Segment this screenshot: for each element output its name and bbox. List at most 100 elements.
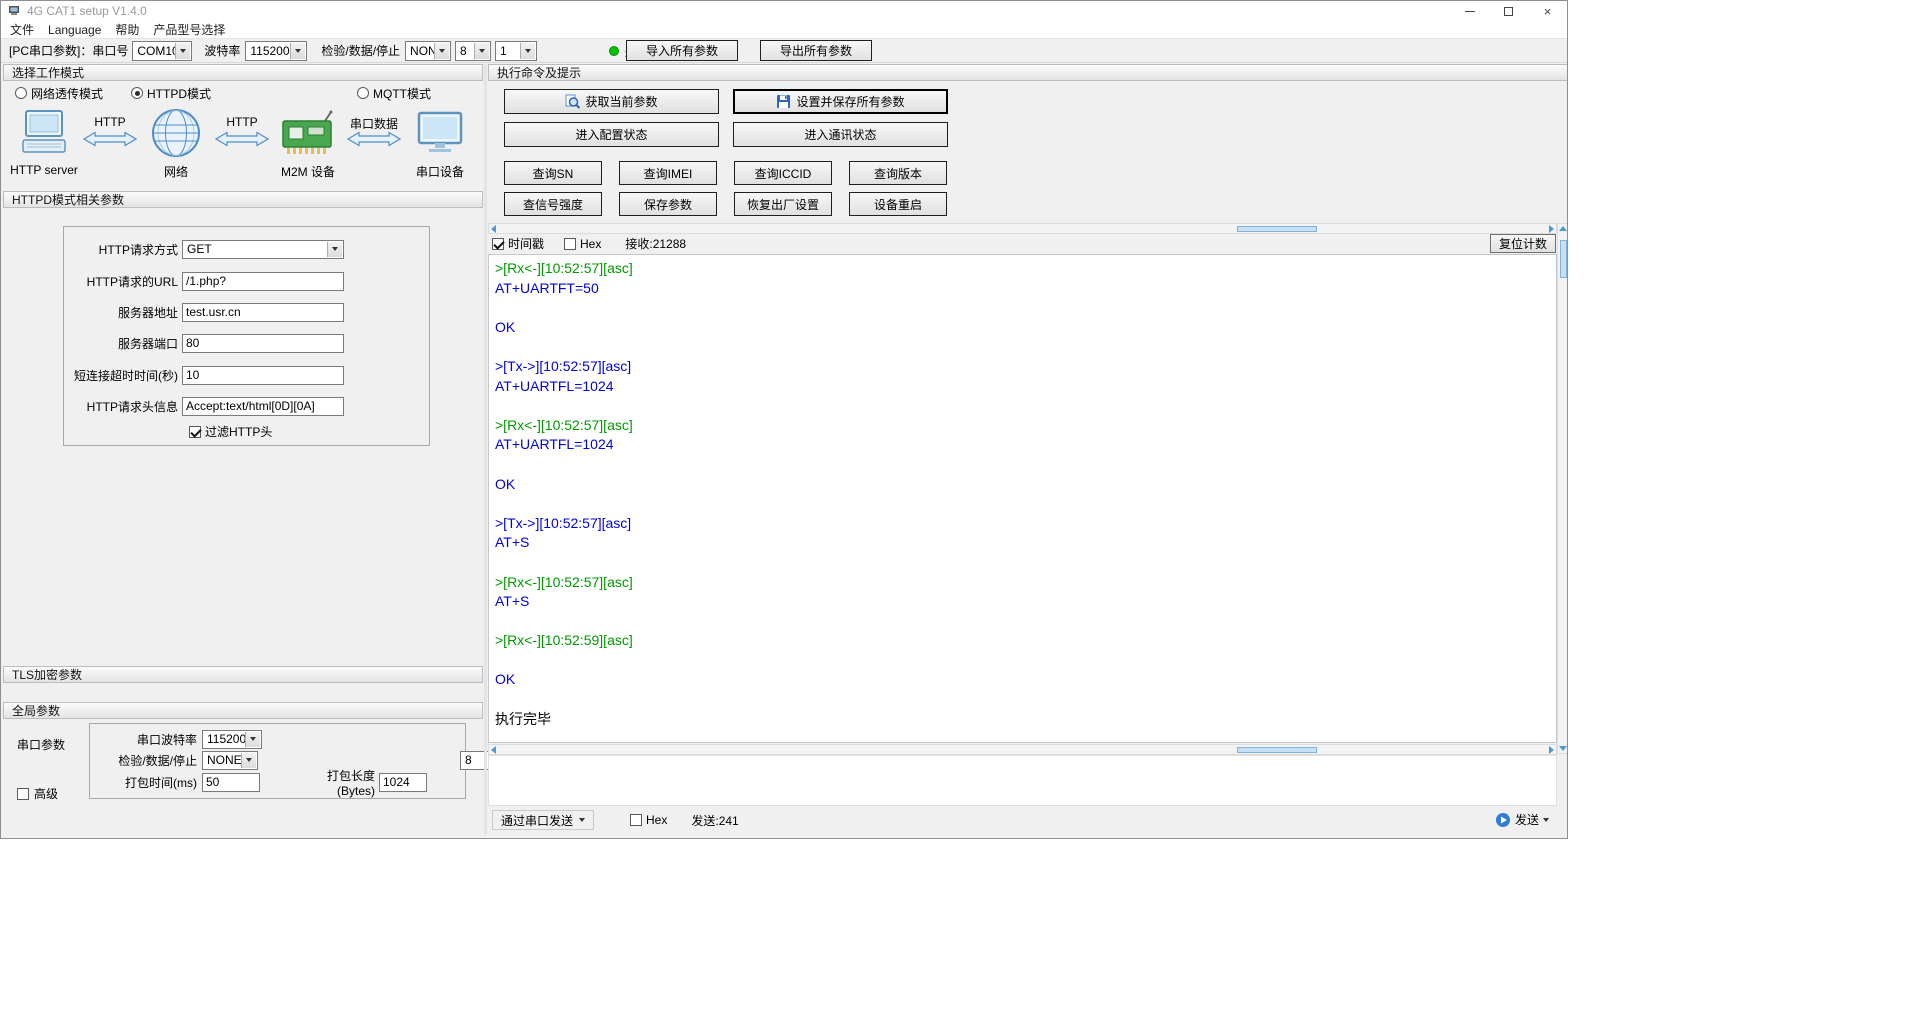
enter-config-button[interactable]: 进入配置状态 (504, 122, 719, 147)
scroll-left-icon[interactable] (491, 745, 496, 754)
radio-icon[interactable] (131, 87, 144, 99)
panel-splitter[interactable] (484, 64, 487, 834)
send-button[interactable]: 发送 (1495, 811, 1549, 828)
sent-count: 发送:241 (691, 813, 739, 828)
mode-radio-option[interactable]: 网络透传模式 (15, 85, 103, 102)
button-label: 设置并保存所有参数 (796, 95, 905, 109)
query-button[interactable]: 查询ICCID (734, 161, 832, 185)
send-via-select[interactable]: 通过串口发送 (492, 810, 595, 830)
pack-length-input[interactable] (379, 772, 427, 792)
chevron-down-icon (1543, 817, 1549, 822)
server-port-input[interactable] (182, 333, 344, 353)
advanced-checkbox[interactable] (17, 787, 29, 800)
http-header-input[interactable] (182, 396, 344, 416)
action-button[interactable]: 保存参数 (619, 192, 717, 216)
mode-radio-option[interactable]: MQTT模式 (357, 85, 431, 102)
query-button[interactable]: 查询SN (504, 161, 602, 185)
diagram-node-http-server: HTTP server (6, 103, 82, 177)
radio-icon[interactable] (15, 87, 27, 99)
menu-item[interactable]: 产品型号选择 (146, 20, 232, 39)
reset-count-button[interactable]: 复位计数 (1490, 234, 1556, 253)
filter-http-checkbox[interactable] (189, 425, 201, 438)
maximize-button[interactable] (1489, 1, 1528, 21)
chevron-down-icon[interactable] (175, 42, 191, 59)
server-address-input[interactable] (182, 302, 344, 322)
menu-item[interactable]: Language (41, 22, 108, 38)
minimize-button[interactable] (1450, 1, 1489, 21)
scrollbar-thumb[interactable] (1560, 240, 1567, 278)
http-url-input[interactable] (182, 271, 344, 291)
timeout-input[interactable] (182, 365, 344, 385)
diagram-node-m2m: M2M 设备 (270, 103, 346, 180)
diagram-link-label: HTTP (226, 115, 258, 129)
action-button[interactable]: 设备重启 (849, 192, 947, 216)
log-controls: 时间戳 Hex 接收:21288 (492, 235, 686, 252)
timestamp-checkbox[interactable] (492, 237, 504, 250)
serial-baud-select[interactable]: 115200 (202, 729, 262, 749)
send-input[interactable] (488, 755, 1557, 806)
pc-serial-label: [PC串口参数]：串口号 (9, 44, 129, 58)
hex-send-checkbox[interactable] (630, 814, 643, 826)
log-vertical-scrollbar[interactable] (1557, 223, 1567, 754)
chevron-down-icon[interactable] (327, 241, 342, 257)
radio-icon[interactable] (357, 87, 370, 99)
action-button[interactable]: 查信号强度 (504, 192, 602, 216)
scrollbar-thumb[interactable] (1237, 226, 1317, 232)
window-title: 4G CAT1 setup V1.4.0 (27, 4, 147, 18)
chevron-down-icon[interactable] (290, 42, 306, 59)
field-label: 打包长度(Bytes) (326, 768, 375, 798)
stopbits-select[interactable]: 1 (495, 40, 538, 61)
diagram-node-serial-device: 串口设备 (402, 103, 478, 180)
hex-recv-checkbox[interactable] (564, 237, 577, 250)
section-title: 执行命令及提示 (497, 66, 582, 80)
import-params-button[interactable]: 导入所有参数 (626, 40, 738, 61)
scroll-left-icon[interactable] (491, 224, 496, 233)
action-button[interactable]: 恢复出厂设置 (734, 192, 832, 216)
advanced-toggle[interactable]: 高级 (17, 785, 58, 802)
scrollbar-thumb[interactable] (1237, 747, 1317, 753)
databits-select[interactable]: 8 (455, 40, 492, 61)
mode-radio-option[interactable]: HTTPD模式 (131, 85, 211, 102)
chevron-down-icon[interactable] (434, 42, 450, 59)
query-button[interactable]: 查询IMEI (619, 161, 717, 185)
button-label: 设备重启 (873, 197, 922, 212)
section-work-mode: 选择工作模式 (3, 64, 483, 81)
log-top-scrollbar[interactable] (488, 223, 1557, 234)
button-label: 进入配置状态 (575, 128, 648, 142)
chevron-down-icon[interactable] (520, 42, 536, 59)
app-window: 4G CAT1 setup V1.4.0 × 文件 Language 帮助 产品型号选… (0, 0, 1568, 839)
chevron-down-icon[interactable] (245, 731, 260, 747)
pack-time-input[interactable] (202, 772, 260, 792)
log-output[interactable]: >[Rx<-][10:52:57][asc] AT+UARTFT=50 OK >[Tx… (488, 254, 1557, 743)
scroll-down-icon[interactable] (1559, 746, 1567, 751)
menu-item[interactable]: 帮助 (108, 20, 146, 39)
double-arrow-icon (215, 131, 269, 147)
scroll-right-icon[interactable] (1549, 224, 1554, 233)
baud-label: 波特率 (204, 44, 241, 58)
http-method-select[interactable]: GET (182, 239, 344, 259)
enter-comm-button[interactable]: 进入通讯状态 (733, 122, 948, 147)
section-title: 全局参数 (12, 704, 61, 718)
log-line: AT+S (495, 593, 530, 610)
scroll-right-icon[interactable] (1549, 745, 1554, 754)
close-button[interactable]: × (1528, 1, 1567, 21)
log-line: >[Tx->][10:52:57][asc] (495, 514, 632, 531)
menu-item[interactable]: 文件 (3, 20, 41, 39)
baud-select[interactable]: 115200 (245, 40, 308, 61)
export-params-button[interactable]: 导出所有参数 (760, 40, 872, 61)
chevron-down-icon[interactable] (474, 42, 490, 59)
serial-parity-select[interactable]: NONE (202, 750, 258, 770)
diagram-node-label: 串口设备 (415, 165, 464, 179)
com-port-select[interactable]: COM10 (132, 40, 193, 61)
get-params-button[interactable]: 获取当前参数 (504, 89, 719, 114)
chevron-down-icon[interactable] (241, 752, 256, 768)
set-save-params-button[interactable]: 设置并保存所有参数 (733, 89, 948, 114)
parity-select[interactable]: NONE (405, 40, 452, 61)
combo-value: 8 (465, 753, 472, 767)
combo-value: NONE (207, 753, 242, 767)
log-bottom-scrollbar[interactable] (488, 744, 1557, 755)
query-button[interactable]: 查询版本 (849, 161, 947, 185)
scroll-up-icon[interactable] (1559, 226, 1567, 231)
